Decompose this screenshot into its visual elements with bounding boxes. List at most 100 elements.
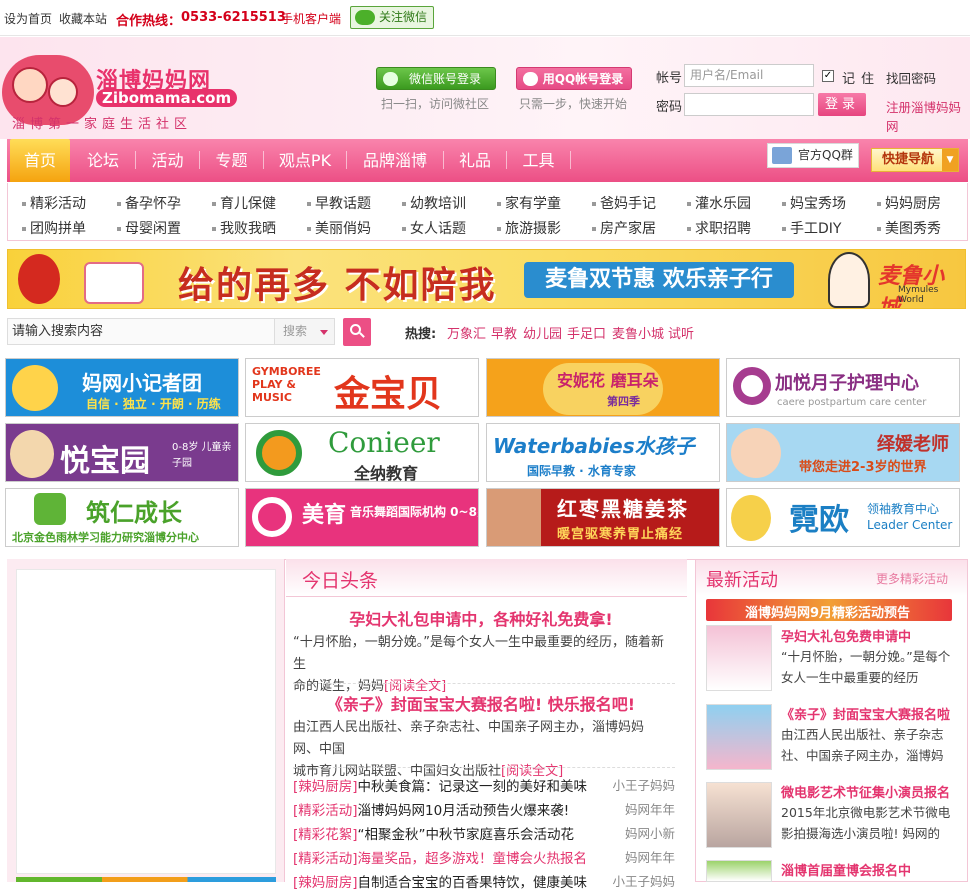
subnav-item[interactable]: 精彩活动	[22, 193, 86, 213]
login-button[interactable]: 登录	[818, 93, 866, 116]
subnav-item[interactable]: 爸妈手记	[592, 193, 656, 213]
nav-gifts[interactable]: 礼品	[444, 139, 506, 182]
activity-thumbnail[interactable]	[706, 782, 772, 848]
qq-group-button[interactable]: 官方QQ群	[767, 143, 859, 168]
activity-desc: 由江西人民出版社、亲子杂志社、中国亲子网主办，淄博妈	[781, 727, 944, 763]
search-button[interactable]	[343, 318, 371, 346]
subnav-item[interactable]: 手工DIY	[782, 218, 841, 238]
bookmark-link[interactable]: 收藏本站	[59, 10, 107, 27]
news-row[interactable]: [精彩活动]淄博妈妈网10月活动预告火爆来袭! 妈网年年	[293, 799, 675, 821]
news-author: 小王子妈妈	[612, 778, 675, 793]
activity-title[interactable]: 《亲子》封面宝宝大赛报名啦	[781, 704, 950, 723]
activity-title[interactable]: 孕妇大礼包免费申请中	[781, 626, 911, 645]
hot-keyword[interactable]: 试听	[668, 323, 694, 342]
ad-anniehua[interactable]: 安妮花 磨耳朵 第四季	[486, 358, 720, 417]
nav-home[interactable]: 首页	[10, 139, 70, 182]
ad-title: 筑仁成长	[86, 499, 182, 527]
subnav-item[interactable]: 妈宝秀场	[782, 193, 846, 213]
top-bar: 设为首页 收藏本站 合作热线： 0533-6215513 手机客户端 关注微信	[0, 0, 970, 36]
subnav-item[interactable]: 备孕怀孕	[117, 193, 181, 213]
headline-title[interactable]: 《亲子》封面宝宝大赛报名啦! 快乐报名吧!	[289, 691, 673, 715]
headline-title[interactable]: 孕妇大礼包申请中，各种好礼免费拿!	[289, 606, 673, 630]
ad-caere[interactable]: 加悦月子护理中心 caere postpartum care center	[726, 358, 960, 417]
quick-nav-button[interactable]: 快捷导航 ▼	[871, 148, 959, 172]
activity-thumbnail[interactable]	[706, 704, 772, 770]
hot-keyword[interactable]: 万象汇	[447, 323, 486, 342]
divider	[293, 767, 675, 768]
subnav-item[interactable]: 育儿保健	[212, 193, 276, 213]
hot-keyword[interactable]: 早教	[491, 323, 517, 342]
ad-ginger-tea[interactable]: 红枣黑糖姜茶 暖宫驱寒养胃止痛经	[486, 488, 720, 547]
subnav-item[interactable]: 房产家居	[592, 218, 656, 238]
mobile-client-link[interactable]: 手机客户端	[281, 10, 341, 27]
ad-yiyuan-teacher[interactable]: 绎媛老师 带您走进2-3岁的世界	[726, 423, 960, 482]
hotline-number: 0533-6215513	[181, 10, 286, 25]
activity-thumbnail[interactable]	[706, 625, 772, 691]
ad-meiyu[interactable]: 美育 音乐舞蹈国际机构 0~8岁	[245, 488, 479, 547]
news-row[interactable]: [辣妈厨房]中秋美食篇：记录这一刻的美好和美味 小王子妈妈	[293, 775, 675, 797]
chevron-down-icon: ▼	[942, 149, 958, 171]
news-author: 小王子妈妈	[612, 874, 675, 889]
register-link[interactable]: 注册淄博妈妈网	[886, 97, 970, 135]
qq-login-button[interactable]: 用QQ帐号登录	[516, 67, 632, 90]
caret-down-icon	[320, 330, 328, 335]
ad-yuebaoyuan[interactable]: 悦宝园 0-8岁 儿童亲子园	[5, 423, 239, 482]
subnav-item[interactable]: 幼教培训	[402, 193, 466, 213]
cake-graphic	[84, 262, 144, 304]
password-input[interactable]	[684, 93, 814, 116]
subnav-item[interactable]: 美图秀秀	[877, 218, 941, 238]
find-password-link[interactable]: 找回密码	[886, 68, 936, 87]
subnav-item[interactable]: 团购拼单	[22, 218, 86, 238]
activity-title[interactable]: 淄博首届童博会报名中	[781, 860, 911, 879]
subnav-item[interactable]: 女人话题	[402, 218, 466, 238]
ad-nieou[interactable]: 霓欧 领袖教育中心 Leader Center	[726, 488, 960, 547]
hot-keyword[interactable]: 手足口	[567, 323, 606, 342]
more-activities-link[interactable]: 更多精彩活动	[876, 570, 948, 587]
subnav-item[interactable]: 母婴闲置	[117, 218, 181, 238]
set-home-link[interactable]: 设为首页	[4, 10, 52, 27]
nav-forum[interactable]: 论坛	[71, 139, 135, 182]
account-input[interactable]: 用户名/Email	[684, 64, 814, 87]
subnav-item[interactable]: 早教话题	[307, 193, 371, 213]
qq-login-hint: 只需一步，快速开始	[519, 97, 628, 111]
tea-photo	[487, 489, 541, 546]
hot-keyword[interactable]: 麦鲁小城	[612, 323, 664, 342]
divider	[293, 683, 675, 684]
news-row[interactable]: [精彩花絮]“相聚金秋”中秋节家庭喜乐会活动花 妈网小新	[293, 823, 675, 845]
ad-reporter-team[interactable]: 妈网小记者团 自信 · 独立 · 开朗 · 历练	[5, 358, 239, 417]
ad-gymboree[interactable]: GYMBOREE PLAY & MUSIC 金宝贝	[245, 358, 479, 417]
subnav-item[interactable]: 我败我晒	[212, 218, 276, 238]
slider-indicator-bar[interactable]	[16, 877, 276, 882]
nav-topics[interactable]: 专题	[200, 139, 263, 182]
ad-waterbabies[interactable]: Waterbabies水孩子 国际早教 · 水育专家	[486, 423, 720, 482]
activity-thumbnail[interactable]	[706, 860, 772, 882]
news-row[interactable]: [辣妈厨房]自制适合宝宝的百香果特饮，健康美味 小王子妈妈	[293, 871, 675, 893]
ad-zhuren[interactable]: 筑仁成长 北京金色雨林学习能力研究淄博分中心	[5, 488, 239, 547]
subnav-item[interactable]: 妈妈厨房	[877, 193, 941, 213]
ad-subtitle: 全纳教育	[354, 464, 419, 482]
search-input[interactable]: 请输入搜索内容	[7, 318, 275, 345]
activity-title[interactable]: 微电影艺术节征集小演员报名	[781, 782, 950, 801]
wechat-login-button[interactable]: 微信账号登录	[376, 67, 496, 90]
headline-summary: 由江西人民出版社、亲子杂志社、中国亲子网主办，淄博妈妈网、中国 城市育儿网站联盟…	[293, 717, 667, 783]
nav-tools[interactable]: 工具	[507, 139, 570, 182]
remember-checkbox[interactable]: ✓	[822, 70, 834, 82]
slider-image-area[interactable]	[16, 569, 276, 874]
nav-brands[interactable]: 品牌淄博	[347, 139, 443, 182]
search-type-select[interactable]: 搜索	[275, 318, 335, 345]
promo-banner[interactable]: 给的再多 不如陪我 麦鲁双节惠 欢乐亲子行 麦鲁小城 Mymules World	[7, 249, 966, 309]
nav-events[interactable]: 活动	[136, 139, 199, 182]
subnav-item[interactable]: 美丽俏妈	[307, 218, 371, 238]
subnav-item[interactable]: 求职招聘	[687, 218, 751, 238]
subnav-item[interactable]: 家有学童	[497, 193, 561, 213]
follow-wechat-button[interactable]: 关注微信	[350, 6, 434, 29]
news-row[interactable]: [精彩活动]海量奖品，超多游戏！童博会火热报名 妈网年年	[293, 847, 675, 869]
nav-divider	[570, 151, 571, 169]
ad-conieer[interactable]: Conieer 全纳教育	[245, 423, 479, 482]
ad-subtitle: 音乐舞蹈国际机构 0~8岁	[350, 505, 479, 519]
search-type-label: 搜索	[283, 324, 308, 338]
nav-pk[interactable]: 观点PK	[264, 139, 346, 182]
subnav-item[interactable]: 灌水乐园	[687, 193, 751, 213]
subnav-item[interactable]: 旅游摄影	[497, 218, 561, 238]
hot-keyword[interactable]: 幼儿园	[523, 323, 562, 342]
